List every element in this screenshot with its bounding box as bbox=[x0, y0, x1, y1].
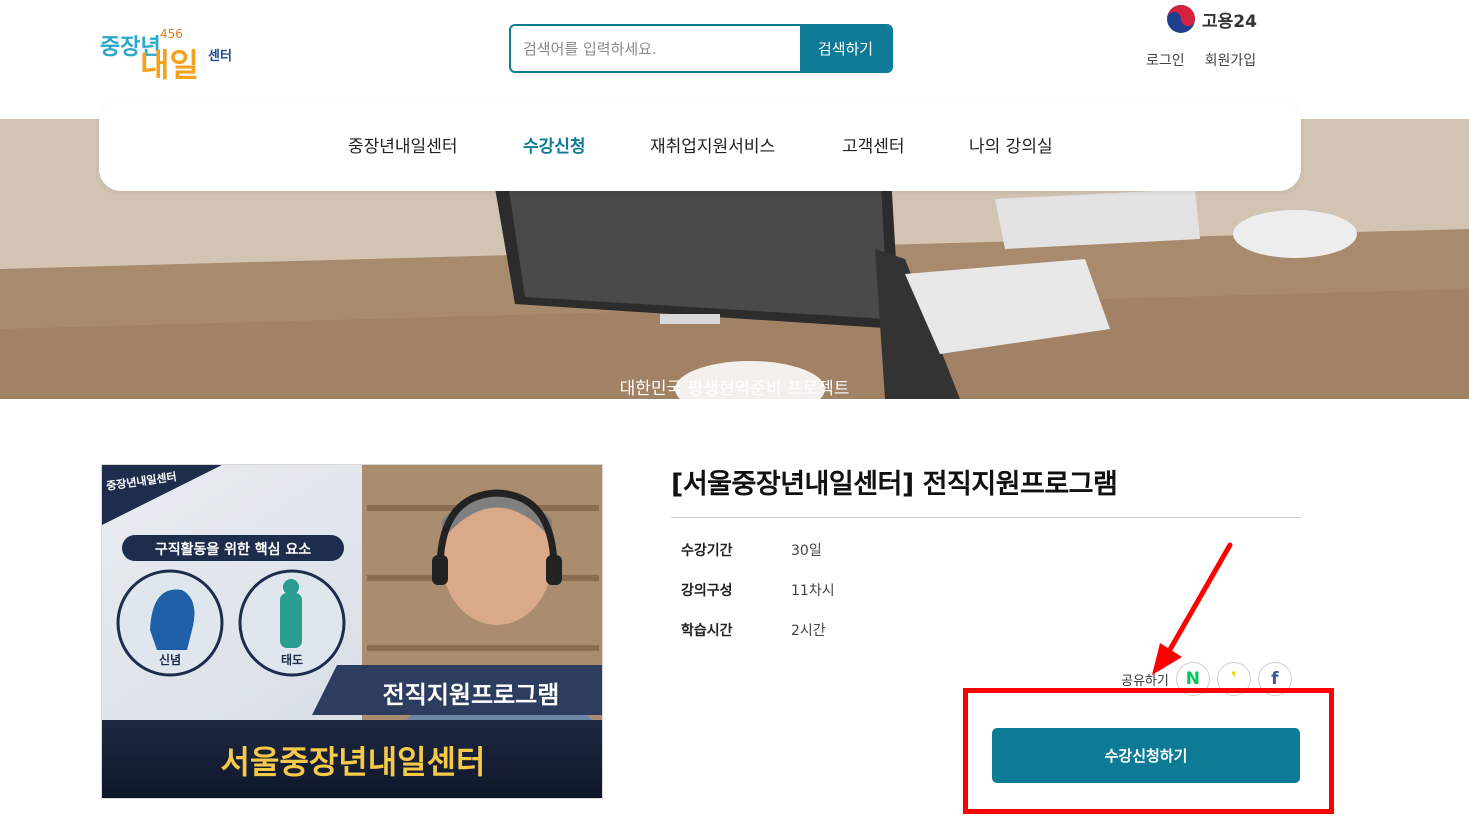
info-key: 학습시간 bbox=[681, 623, 733, 639]
utility-links: 로그인 회원가입 bbox=[1146, 50, 1256, 70]
login-link[interactable]: 로그인 bbox=[1146, 50, 1185, 70]
naver-icon: N bbox=[1185, 669, 1200, 689]
main-nav: 중장년내일센터 수강신청 재취업지원서비스 고객센터 나의 강의실 bbox=[99, 99, 1301, 191]
taegeuk-icon bbox=[1167, 5, 1195, 33]
course-thumbnail: 중장년내일센터 구직활동을 위한 핵심 요소 신념 태도 전직지원프로그램 서울… bbox=[101, 464, 603, 799]
info-value: 11차시 bbox=[791, 583, 835, 599]
thumbnail-subtitle: 전직지원프로그램 bbox=[382, 681, 560, 709]
search-bar: 검색하기 bbox=[509, 24, 893, 73]
thumbnail-circle1-label: 신념 bbox=[158, 653, 182, 667]
signup-link[interactable]: 회원가입 bbox=[1205, 50, 1257, 70]
info-key: 수강기간 bbox=[681, 543, 733, 559]
red-arrow-icon bbox=[1152, 542, 1233, 675]
share-label: 공유하기 bbox=[1121, 673, 1169, 689]
nav-item-reemployment[interactable]: 재취업지원서비스 bbox=[650, 132, 775, 157]
facebook-share-button[interactable]: f bbox=[1257, 662, 1292, 696]
nav-item-support[interactable]: 고객센터 bbox=[842, 132, 905, 157]
facebook-icon: f bbox=[1271, 669, 1279, 689]
search-button[interactable]: 검색하기 bbox=[800, 26, 891, 71]
logo-big-text: 내일 bbox=[140, 46, 199, 84]
hero-caption: 대한민국 평생현역준비 프로젝트 bbox=[619, 379, 850, 399]
work24-label: 고용24 bbox=[1202, 11, 1257, 32]
thumbnail-center-name: 서울중장년내일센터 bbox=[220, 743, 486, 781]
nav-item-my-classroom[interactable]: 나의 강의실 bbox=[969, 132, 1053, 157]
info-row-composition: 강의구성 11차시 bbox=[681, 580, 835, 600]
nav-item-enroll[interactable]: 수강신청 bbox=[523, 132, 586, 157]
title-divider bbox=[671, 517, 1301, 518]
info-row-study-time: 학습시간 2시간 bbox=[681, 620, 826, 640]
info-row-period: 수강기간 30일 bbox=[681, 540, 822, 560]
course-title: [서울중장년내일센터] 전직지원프로그램 bbox=[671, 469, 1118, 500]
logo-badge-text: 456 bbox=[160, 27, 183, 41]
work24-link[interactable]: 고용24 bbox=[1166, 4, 1257, 34]
kakao-icon: ❜ bbox=[1230, 669, 1237, 689]
logo-graphic: 중장년 내일 센터 456 bbox=[100, 27, 232, 84]
search-input[interactable] bbox=[511, 26, 800, 71]
info-value: 2시간 bbox=[791, 623, 826, 639]
naver-share-button[interactable]: N bbox=[1175, 662, 1210, 696]
share-area: 공유하기 N ❜ f bbox=[1121, 662, 1292, 696]
info-value: 30일 bbox=[791, 543, 822, 559]
kakao-share-button[interactable]: ❜ bbox=[1216, 662, 1251, 696]
nav-item-center[interactable]: 중장년내일센터 bbox=[348, 132, 457, 157]
apply-course-button[interactable]: 수강신청하기 bbox=[992, 728, 1300, 783]
thumbnail-circle2-label: 태도 bbox=[280, 653, 304, 667]
logo-small-text: 센터 bbox=[208, 48, 232, 64]
site-logo[interactable]: 중장년 내일 센터 456 bbox=[100, 18, 260, 88]
info-key: 강의구성 bbox=[681, 583, 733, 599]
thumbnail-banner: 구직활동을 위한 핵심 요소 bbox=[154, 542, 312, 558]
